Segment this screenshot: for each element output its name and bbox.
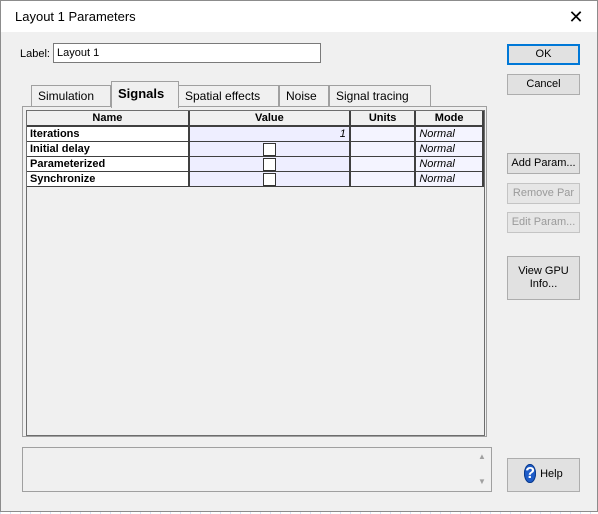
table-row[interactable]: Initial delay Normal xyxy=(27,141,484,157)
add-param-button[interactable]: Add Param... xyxy=(507,153,580,174)
row-mode-cell[interactable]: Normal xyxy=(414,141,484,157)
help-button[interactable]: ? Help xyxy=(507,458,580,492)
table-row[interactable]: Iterations 1 Normal xyxy=(27,126,484,142)
row-value-cell[interactable] xyxy=(188,141,351,157)
table-header-row: Name Value Units Mode xyxy=(27,111,484,127)
window-title: Layout 1 Parameters xyxy=(15,9,136,24)
tab-signals-label: Signals xyxy=(118,86,165,101)
label-input[interactable]: Layout 1 xyxy=(53,43,321,63)
column-header-value[interactable]: Value xyxy=(188,111,351,127)
message-box: ▲ ▼ xyxy=(22,447,492,492)
parameterized-checkbox[interactable] xyxy=(262,157,276,171)
tab-signal-tracing[interactable]: Signal tracing xyxy=(329,85,431,107)
tab-noise-label: Noise xyxy=(286,89,317,103)
row-name-cell[interactable]: Initial delay xyxy=(27,141,190,157)
close-icon[interactable]: ✕ xyxy=(561,4,591,30)
parameters-dialog: Layout 1 Parameters ✕ Label: Layout 1 OK… xyxy=(0,0,598,512)
synchronize-checkbox[interactable] xyxy=(262,172,276,186)
tab-spatial-effects-label: Spatial effects xyxy=(185,89,261,103)
row-name-cell[interactable]: Parameterized xyxy=(27,156,190,172)
row-units-cell[interactable] xyxy=(349,156,417,172)
cancel-button[interactable]: Cancel xyxy=(507,74,580,95)
add-param-label: Add Param... xyxy=(511,157,576,169)
tab-simulation[interactable]: Simulation xyxy=(31,85,111,107)
row-value-cell[interactable] xyxy=(188,156,351,172)
tab-signals[interactable]: Signals xyxy=(111,81,179,108)
view-gpu-label-line1: View GPU xyxy=(518,265,569,277)
view-gpu-label-line2: Info... xyxy=(529,278,558,290)
row-name-cell[interactable]: Synchronize xyxy=(27,171,190,187)
row-mode-cell[interactable]: Normal xyxy=(414,126,484,142)
row-units-cell[interactable] xyxy=(349,141,417,157)
scroll-up-icon[interactable]: ▲ xyxy=(475,450,489,464)
column-header-units[interactable]: Units xyxy=(349,111,417,127)
row-units-cell[interactable] xyxy=(349,171,417,187)
help-button-label: Help xyxy=(540,468,563,480)
row-value-cell[interactable]: 1 xyxy=(188,126,351,142)
tab-signal-tracing-label: Signal tracing xyxy=(336,89,409,103)
remove-par-button[interactable]: Remove Par xyxy=(507,183,580,204)
column-header-mode[interactable]: Mode xyxy=(415,111,484,127)
tab-spatial-effects[interactable]: Spatial effects xyxy=(178,85,279,107)
parameter-grid: Name Value Units Mode Iterations 1 Norma… xyxy=(26,110,485,436)
parameter-table: Name Value Units Mode Iterations 1 Norma… xyxy=(27,111,484,187)
row-name-cell[interactable]: Iterations xyxy=(27,126,190,142)
edit-param-button[interactable]: Edit Param... xyxy=(507,212,580,233)
row-mode-cell[interactable]: Normal xyxy=(414,156,484,172)
cancel-button-label: Cancel xyxy=(526,78,561,90)
label-field-label: Label: xyxy=(20,48,50,60)
edit-param-label: Edit Param... xyxy=(511,216,576,228)
ok-button[interactable]: OK xyxy=(507,44,580,65)
signals-panel: Name Value Units Mode Iterations 1 Norma… xyxy=(22,106,487,437)
ok-button-label: OK xyxy=(535,48,552,60)
title-bar: Layout 1 Parameters ✕ xyxy=(1,1,597,32)
tab-noise[interactable]: Noise xyxy=(279,85,329,107)
message-scrollbar[interactable]: ▲ ▼ xyxy=(475,450,489,489)
initial-delay-checkbox[interactable] xyxy=(262,142,276,156)
table-row[interactable]: Parameterized Normal xyxy=(27,156,484,172)
row-units-cell[interactable] xyxy=(349,126,417,142)
remove-par-label: Remove Par xyxy=(512,187,575,199)
view-gpu-info-button[interactable]: View GPU Info... xyxy=(507,256,580,300)
scroll-down-icon[interactable]: ▼ xyxy=(475,475,489,489)
table-row[interactable]: Synchronize Normal xyxy=(27,171,484,187)
row-value-cell[interactable] xyxy=(188,171,351,187)
row-mode-cell[interactable]: Normal xyxy=(414,171,484,187)
column-header-name[interactable]: Name xyxy=(27,111,190,127)
tab-simulation-label: Simulation xyxy=(38,89,95,103)
help-icon: ? xyxy=(524,464,537,484)
